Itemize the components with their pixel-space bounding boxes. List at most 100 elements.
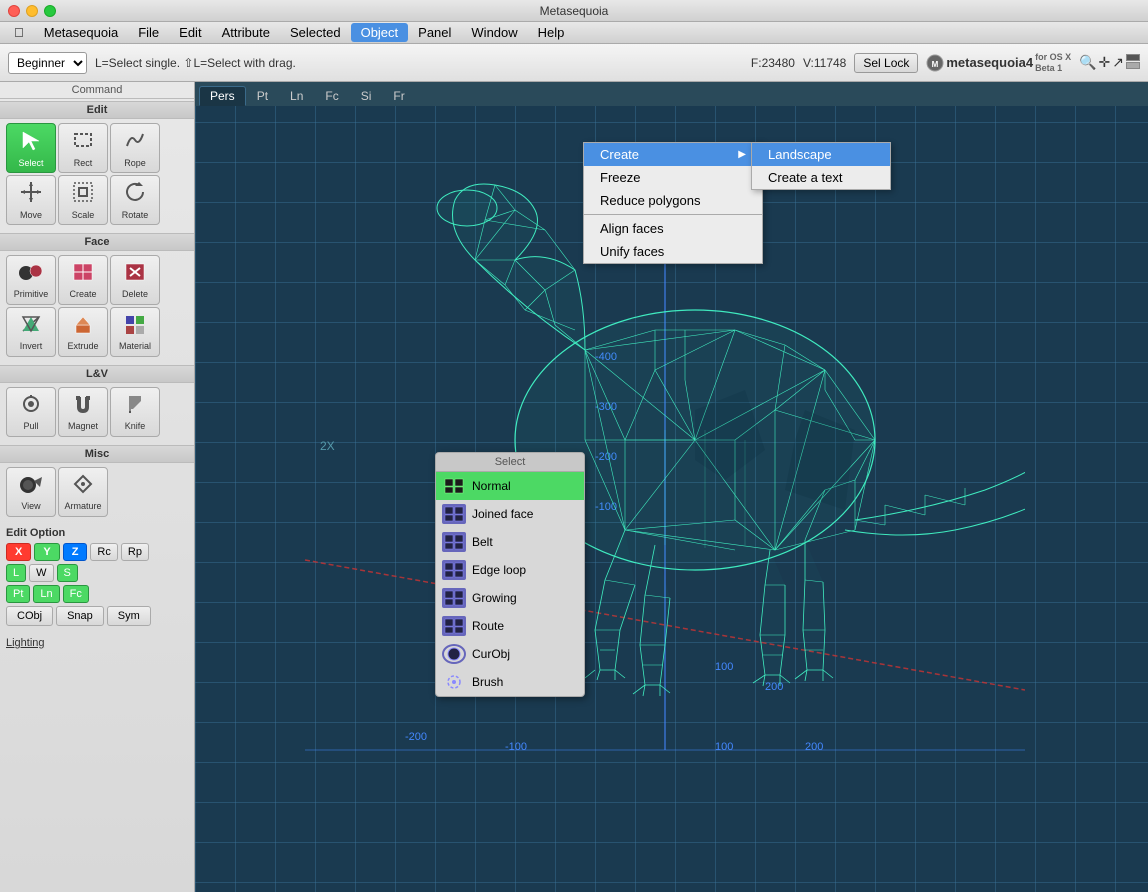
menu-create[interactable]: Create ▶ — [584, 143, 762, 166]
x-axis-button[interactable]: X — [6, 543, 31, 561]
material-tool[interactable]: Material — [110, 307, 160, 357]
menu-align-faces[interactable]: Align faces — [584, 217, 762, 240]
ln-button[interactable]: Ln — [33, 585, 59, 603]
magnet-icon — [71, 393, 95, 419]
face-count: F:23480 — [751, 56, 795, 70]
cobj-button[interactable]: CObj — [6, 606, 53, 626]
menu-object[interactable]: Object — [351, 23, 409, 42]
rope-tool[interactable]: Rope — [110, 123, 160, 173]
tab-pt[interactable]: Pt — [246, 86, 279, 106]
extrude-tool[interactable]: Extrude — [58, 307, 108, 357]
svg-text:100: 100 — [715, 661, 733, 673]
move-tool[interactable]: Move — [6, 175, 56, 225]
create-face-tool[interactable]: Create — [58, 255, 108, 305]
invert-label: Invert — [20, 341, 43, 351]
menu-apple[interactable]:  — [4, 23, 34, 42]
unify-faces-label: Unify faces — [600, 244, 664, 259]
view-icon — [18, 473, 44, 499]
z-axis-button[interactable]: Z — [63, 543, 88, 561]
sel-lock-button[interactable]: Sel Lock — [854, 53, 918, 73]
y-axis-button[interactable]: Y — [34, 543, 59, 561]
primitive-tool[interactable]: Primitive — [6, 255, 56, 305]
close-button[interactable] — [8, 5, 20, 17]
create-face-icon — [71, 261, 95, 287]
tab-ln[interactable]: Ln — [279, 86, 314, 106]
sym-button[interactable]: Sym — [107, 606, 151, 626]
magnet-tool[interactable]: Magnet — [58, 387, 108, 437]
fc-button[interactable]: Fc — [63, 585, 89, 603]
menu-freeze[interactable]: Freeze — [584, 166, 762, 189]
tab-fc[interactable]: Fc — [314, 86, 349, 106]
menu-unify-faces[interactable]: Unify faces — [584, 240, 762, 263]
rc-button[interactable]: Rc — [90, 543, 117, 561]
svg-text:-200: -200 — [405, 731, 427, 743]
pull-icon — [19, 393, 43, 419]
rp-button[interactable]: Rp — [121, 543, 149, 561]
armature-tool[interactable]: Armature — [58, 467, 108, 517]
landscape-submenu[interactable]: Landscape Create a text — [751, 142, 891, 190]
menu-separator — [584, 214, 762, 215]
snap-button[interactable]: Snap — [56, 606, 104, 626]
select-label: Select — [18, 158, 43, 168]
svg-text:M: M — [932, 60, 939, 69]
reduce-label: Reduce polygons — [600, 193, 700, 208]
rotate-tool[interactable]: Rotate — [110, 175, 160, 225]
w-button[interactable]: W — [29, 564, 53, 582]
submenu-landscape[interactable]: Landscape — [752, 143, 890, 166]
material-icon — [123, 313, 147, 339]
mode-select[interactable]: Beginner Normal — [8, 52, 87, 74]
zoom-controls[interactable]: 🔍 ✛ ↗ — [1079, 54, 1140, 71]
scale-tool[interactable]: Scale — [58, 175, 108, 225]
menu-panel[interactable]: Panel — [408, 23, 461, 42]
maximize-button[interactable] — [44, 5, 56, 17]
pt-button[interactable]: Pt — [6, 585, 30, 603]
s-button[interactable]: S — [57, 564, 78, 582]
lv-header: L&V — [0, 365, 194, 383]
view-label: View — [21, 501, 40, 511]
knife-label: Knife — [125, 421, 146, 431]
lighting-label[interactable]: Lighting — [0, 633, 194, 653]
tab-si[interactable]: Si — [350, 86, 383, 106]
object-dropdown-menu[interactable]: Create ▶ Freeze Reduce polygons Align fa… — [583, 142, 763, 264]
rect-label: Rect — [74, 158, 93, 168]
select-tool[interactable]: Select — [6, 123, 56, 173]
view-tool[interactable]: View — [6, 467, 56, 517]
edit-option-title: Edit Option — [6, 527, 188, 539]
pull-label: Pull — [23, 421, 38, 431]
rotate-icon[interactable]: ↗ — [1112, 54, 1124, 71]
svg-text:-100: -100 — [505, 741, 527, 753]
menu-metasequoia[interactable]: Metasequoia — [34, 23, 128, 42]
face-tools: Primitive Create — [0, 251, 194, 361]
invert-icon — [19, 313, 43, 339]
move-icon — [19, 180, 43, 208]
menu-selected[interactable]: Selected — [280, 23, 351, 42]
svg-text:200: 200 — [805, 741, 823, 753]
tab-pers[interactable]: Pers — [199, 86, 246, 106]
tab-fr[interactable]: Fr — [382, 86, 415, 106]
invert-tool[interactable]: Invert — [6, 307, 56, 357]
scale-icon — [71, 180, 95, 208]
menu-reduce[interactable]: Reduce polygons — [584, 189, 762, 212]
minimize-button[interactable] — [26, 5, 38, 17]
submenu-create-text[interactable]: Create a text — [752, 166, 890, 189]
rect-tool[interactable]: Rect — [58, 123, 108, 173]
delete-label: Delete — [122, 289, 148, 299]
vertex-count: V:11748 — [803, 56, 846, 70]
viewport[interactable]: Pers Pt Ln Fc Si Fr -100 -200 -300 -400 — [195, 82, 1148, 892]
align-faces-label: Align faces — [600, 221, 664, 236]
pull-tool[interactable]: Pull — [6, 387, 56, 437]
material-label: Material — [119, 341, 151, 351]
menu-file[interactable]: File — [128, 23, 169, 42]
menu-attribute[interactable]: Attribute — [212, 23, 280, 42]
menu-edit[interactable]: Edit — [169, 23, 211, 42]
knife-tool[interactable]: Knife — [110, 387, 160, 437]
extrude-label: Extrude — [67, 341, 98, 351]
zoom-in-icon[interactable]: 🔍 — [1079, 54, 1096, 71]
delete-tool[interactable]: Delete — [110, 255, 160, 305]
menu-window[interactable]: Window — [461, 23, 527, 42]
move-icon[interactable]: ✛ — [1099, 54, 1111, 71]
traffic-lights[interactable] — [8, 5, 56, 17]
l-button[interactable]: L — [6, 564, 26, 582]
cobj-snap-sym-row: CObj Snap Sym — [6, 606, 188, 626]
menu-help[interactable]: Help — [528, 23, 575, 42]
